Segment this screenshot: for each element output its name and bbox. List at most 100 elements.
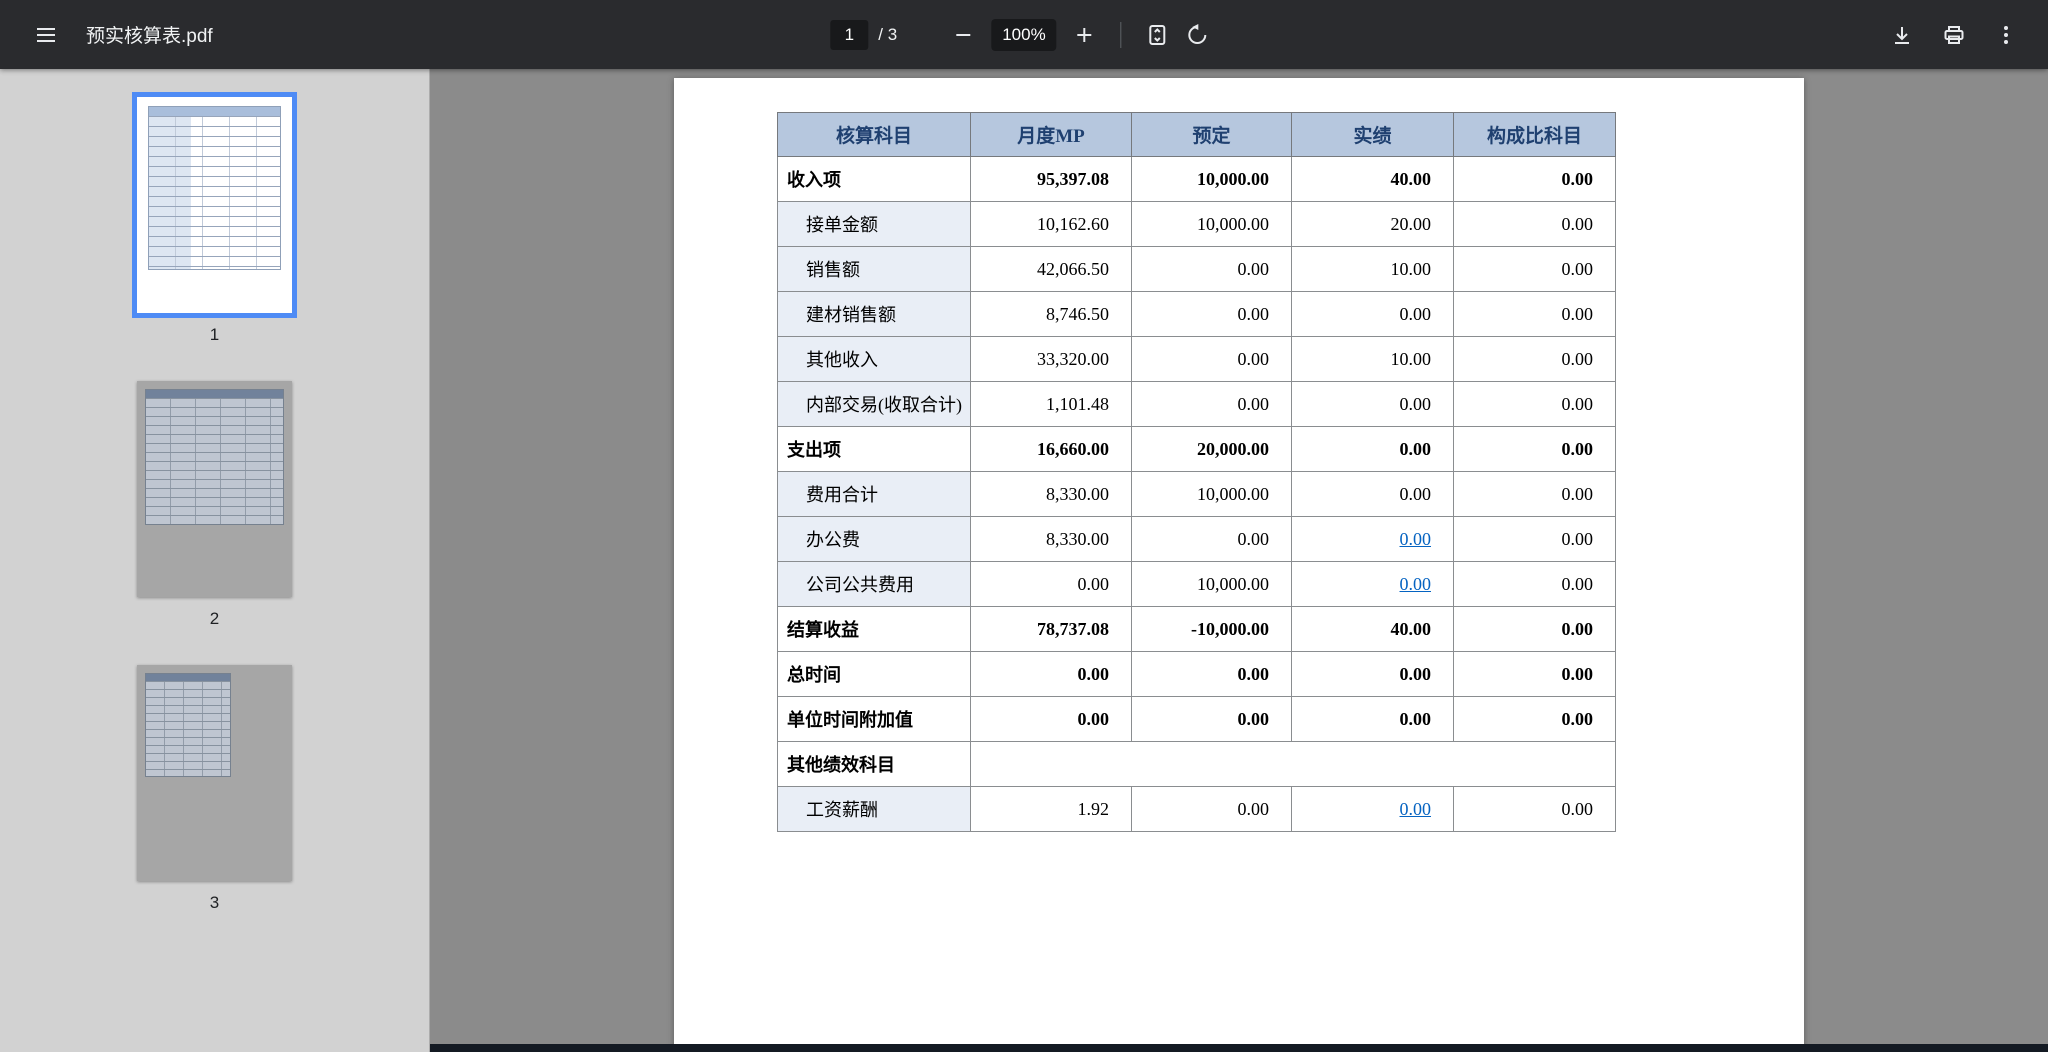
print-button[interactable] [1934, 15, 1974, 55]
three-dot-menu-icon [1994, 23, 2018, 47]
thumbnail-page-1[interactable]: 1 [0, 92, 429, 345]
table-row: 支出项 16,660.00 20,000.00 0.00 0.00 [777, 426, 1616, 472]
horizontal-scrollbar[interactable] [430, 1044, 2048, 1052]
row-label-cell: 销售额 [777, 246, 971, 292]
value-cell: 1,101.48 [970, 381, 1132, 427]
table-header-cell: 实绩 [1291, 112, 1454, 157]
value-cell: 0.00 [1131, 291, 1292, 337]
page-count-label: / 3 [878, 24, 898, 44]
value-cell: 0.00 [1131, 246, 1292, 292]
row-label-cell: 公司公共费用 [777, 561, 971, 607]
value-cell: 0.00 [1291, 696, 1454, 742]
value-cell: 0.00 [970, 651, 1132, 697]
thumbnail-list: 1 2 3 [0, 92, 429, 913]
empty-cell [970, 741, 1616, 787]
table-header-cell: 月度MP [970, 112, 1132, 157]
minus-icon [951, 23, 975, 47]
toolbar-left-group: 预实核算表.pdf [0, 15, 213, 55]
thumbnail-page-number: 2 [209, 609, 220, 628]
value-cell: 10,000.00 [1131, 471, 1292, 517]
more-options-button[interactable] [1986, 15, 2026, 55]
value-cell: 0.00 [1453, 561, 1616, 607]
value-cell: 10,000.00 [1131, 156, 1292, 202]
zoom-out-button[interactable] [943, 15, 983, 55]
table-header-cell: 核算科目 [777, 112, 971, 157]
value-cell: 0.00 [1453, 201, 1616, 247]
table-row: 结算收益 78,737.08 -10,000.00 40.00 0.00 [777, 606, 1616, 652]
value-cell: 0.00 [1453, 516, 1616, 562]
thumbnail-preview[interactable] [132, 92, 297, 318]
value-cell: 0.00 [1291, 381, 1454, 427]
value-cell: 33,320.00 [970, 336, 1132, 382]
menu-button[interactable] [26, 15, 66, 55]
value-link[interactable]: 0.00 [1400, 574, 1432, 594]
row-label-cell: 其他绩效科目 [777, 741, 971, 787]
zoom-level: 100% [991, 18, 1057, 51]
thumbnail-preview[interactable] [137, 381, 292, 597]
value-cell: 0.00 [1453, 426, 1616, 472]
thumbnail-page-2[interactable]: 2 [0, 381, 429, 629]
value-cell: 0.00 [1453, 786, 1616, 832]
value-cell: 0.00 [1453, 471, 1616, 517]
row-label-cell: 结算收益 [777, 606, 971, 652]
document-title: 预实核算表.pdf [86, 26, 213, 47]
table-row: 销售额 42,066.50 0.00 10.00 0.00 [777, 246, 1616, 292]
value-cell: 8,330.00 [970, 516, 1132, 562]
table-row: 其他绩效科目 [777, 741, 1616, 787]
rotate-button[interactable] [1178, 15, 1218, 55]
row-label-cell: 其他收入 [777, 336, 971, 382]
value-cell: 0.00 [1291, 561, 1454, 607]
row-label-cell: 内部交易(收取合计) [777, 381, 971, 427]
table-row: 单位时间附加值 0.00 0.00 0.00 0.00 [777, 696, 1616, 742]
toolbar-divider [1120, 21, 1122, 48]
value-cell: 40.00 [1291, 606, 1454, 652]
thumbnail-sidebar[interactable]: 1 2 3 [0, 69, 430, 1052]
value-cell: 0.00 [1453, 651, 1616, 697]
table-header-row: 核算科目 月度MP 预定 实绩 构成比科目 [777, 112, 1616, 157]
rotate-counterclockwise-icon [1186, 23, 1210, 47]
value-cell: 0.00 [1131, 696, 1292, 742]
value-cell: -10,000.00 [1131, 606, 1292, 652]
value-cell: 0.00 [970, 561, 1132, 607]
value-cell: 0.00 [1453, 156, 1616, 202]
value-cell: 0.00 [1453, 246, 1616, 292]
value-cell: 10.00 [1291, 246, 1454, 292]
thumbnail-preview[interactable] [137, 665, 292, 881]
value-cell: 16,660.00 [970, 426, 1132, 472]
table-row: 办公费 8,330.00 0.00 0.00 0.00 [777, 516, 1616, 562]
fit-to-page-icon [1146, 23, 1170, 47]
pdf-page: 核算科目 月度MP 预定 实绩 构成比科目 收入项 95,397.08 10,000.00 40… [674, 78, 1804, 1052]
value-cell: 20.00 [1291, 201, 1454, 247]
row-label-cell: 工资薪酬 [777, 786, 971, 832]
value-cell: 0.00 [1453, 696, 1616, 742]
value-link[interactable]: 0.00 [1400, 799, 1432, 819]
table-row: 费用合计 8,330.00 10,000.00 0.00 0.00 [777, 471, 1616, 517]
table-header-cell: 预定 [1131, 112, 1292, 157]
row-label-cell: 支出项 [777, 426, 971, 472]
value-cell: 20,000.00 [1131, 426, 1292, 472]
print-icon [1942, 23, 1966, 47]
value-cell: 95,397.08 [970, 156, 1132, 202]
table-header-cell: 构成比科目 [1453, 112, 1616, 157]
value-cell: 42,066.50 [970, 246, 1132, 292]
row-label-cell: 单位时间附加值 [777, 696, 971, 742]
value-cell: 0.00 [1453, 336, 1616, 382]
viewer-body: 1 2 3 核算科目 月度MP 预定 实绩 构成比科目 收入项 95,397.08 10,000.… [0, 69, 2048, 1052]
fit-page-button[interactable] [1138, 15, 1178, 55]
page-number-input[interactable] [830, 19, 869, 50]
value-cell: 0.00 [1131, 336, 1292, 382]
download-button[interactable] [1882, 15, 1922, 55]
value-cell: 78,737.08 [970, 606, 1132, 652]
document-viewer[interactable]: 核算科目 月度MP 预定 实绩 构成比科目 收入项 95,397.08 10,000.00 40… [430, 69, 2048, 1052]
row-label-cell: 建材销售额 [777, 291, 971, 337]
table-row: 其他收入 33,320.00 0.00 10.00 0.00 [777, 336, 1616, 382]
plus-icon [1073, 23, 1097, 47]
zoom-in-button[interactable] [1065, 15, 1105, 55]
value-cell: 0.00 [1131, 651, 1292, 697]
thumbnail-page-number: 3 [209, 893, 220, 912]
value-cell: 0.00 [1291, 291, 1454, 337]
thumbnail-page-3[interactable]: 3 [0, 665, 429, 913]
value-cell: 8,746.50 [970, 291, 1132, 337]
toolbar: 预实核算表.pdf / 3 100% [0, 0, 2048, 69]
value-link[interactable]: 0.00 [1400, 529, 1432, 549]
